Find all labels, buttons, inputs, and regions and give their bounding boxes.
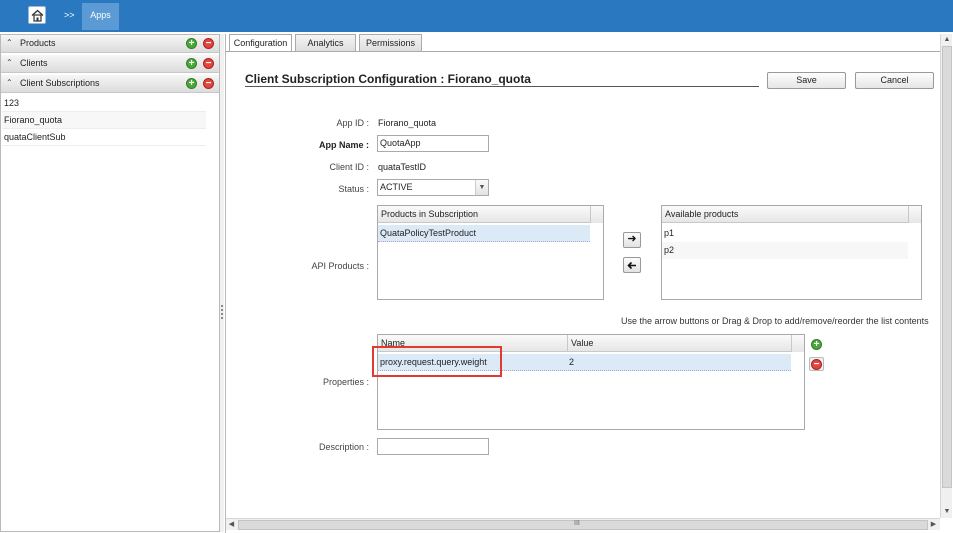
scroll-down-icon[interactable]: ▼ [942,506,952,517]
description-field[interactable] [377,438,489,455]
tab-permissions[interactable]: Permissions [359,34,422,51]
header-filler [791,335,804,352]
page-title: Client Subscription Configuration : Fior… [245,72,531,86]
app-name-field[interactable]: QuotaApp [377,135,489,152]
add-client-button[interactable]: + [186,58,197,69]
subscription-item[interactable]: quataClientSub [2,129,206,146]
home-button[interactable] [28,6,46,24]
scroll-thumb[interactable] [942,46,952,488]
list-item[interactable]: QuataPolicyTestProduct [378,225,590,242]
cancel-button[interactable]: Cancel [855,72,934,89]
main-panel: Configuration Analytics Permissions Clie… [225,34,953,533]
scroll-right-icon[interactable]: ▶ [928,519,939,531]
home-icon [31,9,44,22]
title-underline [245,86,759,87]
add-property-button[interactable]: + [811,339,822,350]
remove-product-button[interactable]: − [203,38,214,49]
arrow-left-glyph [627,261,636,270]
status-label: Status : [338,184,369,194]
breadcrumb-separator: >> [64,10,75,20]
remove-property-button[interactable]: − [809,357,824,371]
remove-icon: − [811,359,822,370]
scroll-grip: III [574,520,580,527]
add-subscription-button[interactable]: + [186,78,197,89]
top-bar: >> Apps [0,0,953,32]
accordion-products[interactable]: ⌃ Products + − [1,35,219,53]
subscription-item[interactable]: Fiorano_quota [2,112,206,129]
subscribed-products-header: Products in Subscription [378,206,590,223]
property-value-cell[interactable]: 2 [569,354,574,371]
header-filler [590,206,603,223]
panel-splitter[interactable] [220,34,224,532]
list-item[interactable]: p1 [662,225,908,242]
available-products-list[interactable]: Available products p1 p2 [661,205,922,300]
tab-configuration[interactable]: Configuration [229,34,292,52]
left-panel: ⌃ Products + − ⌃ Clients + − ⌃ Client Su… [0,34,220,532]
tab-analytics[interactable]: Analytics [295,34,356,51]
arrow-right-icon[interactable]: ➜ [623,232,641,248]
accordion-label: Client Subscriptions [20,78,100,88]
accordion-label: Clients [20,58,48,68]
app-id-value: Fiorano_quota [378,118,437,128]
add-product-button[interactable]: + [186,38,197,49]
subscribed-products-list[interactable]: Products in Subscription QuataPolicyTest… [377,205,604,300]
api-products-label: API Products : [311,261,369,271]
chevron-up-icon: ⌃ [6,58,13,67]
properties-label: Properties : [322,377,369,387]
highlight-box [372,346,502,377]
accordion-label: Products [20,38,56,48]
header-filler [908,206,921,223]
list-item[interactable]: p2 [662,242,908,259]
tab-divider [226,51,941,52]
client-id-label: Client ID : [329,162,369,172]
breadcrumb-apps[interactable]: Apps [82,3,119,30]
status-select[interactable]: ACTIVE ▼ [377,179,489,196]
drag-drop-hint: Use the arrow buttons or Drag & Drop to … [621,316,929,326]
app-name-label: App Name : [318,140,369,150]
subscription-item[interactable]: 123 [2,95,206,112]
accordion-client-subscriptions[interactable]: ⌃ Client Subscriptions + − [1,75,219,93]
available-products-header: Available products [662,206,908,223]
scroll-up-icon[interactable]: ▲ [942,34,952,45]
status-value: ACTIVE [380,182,413,192]
column-header-value[interactable]: Value [567,335,791,352]
vertical-scrollbar[interactable]: ▲ ▼ [940,34,952,518]
splitter-grip [221,305,223,319]
accordion-clients[interactable]: ⌃ Clients + − [1,55,219,73]
chevron-up-icon: ⌃ [6,78,13,87]
scroll-thumb[interactable]: III [238,520,928,530]
chevron-down-icon[interactable]: ▼ [475,180,488,195]
scroll-left-icon[interactable]: ◀ [226,519,237,531]
chevron-up-icon: ⌃ [6,38,13,47]
save-button[interactable]: Save [767,72,846,89]
horizontal-scrollbar[interactable]: ◀ III ▶ [226,518,940,530]
app-id-label: App ID : [336,118,369,128]
remove-subscription-button[interactable]: − [203,78,214,89]
description-label: Description : [318,442,369,452]
client-id-value: quataTestID [378,162,427,172]
arrow-left-icon[interactable] [623,257,641,273]
remove-client-button[interactable]: − [203,58,214,69]
